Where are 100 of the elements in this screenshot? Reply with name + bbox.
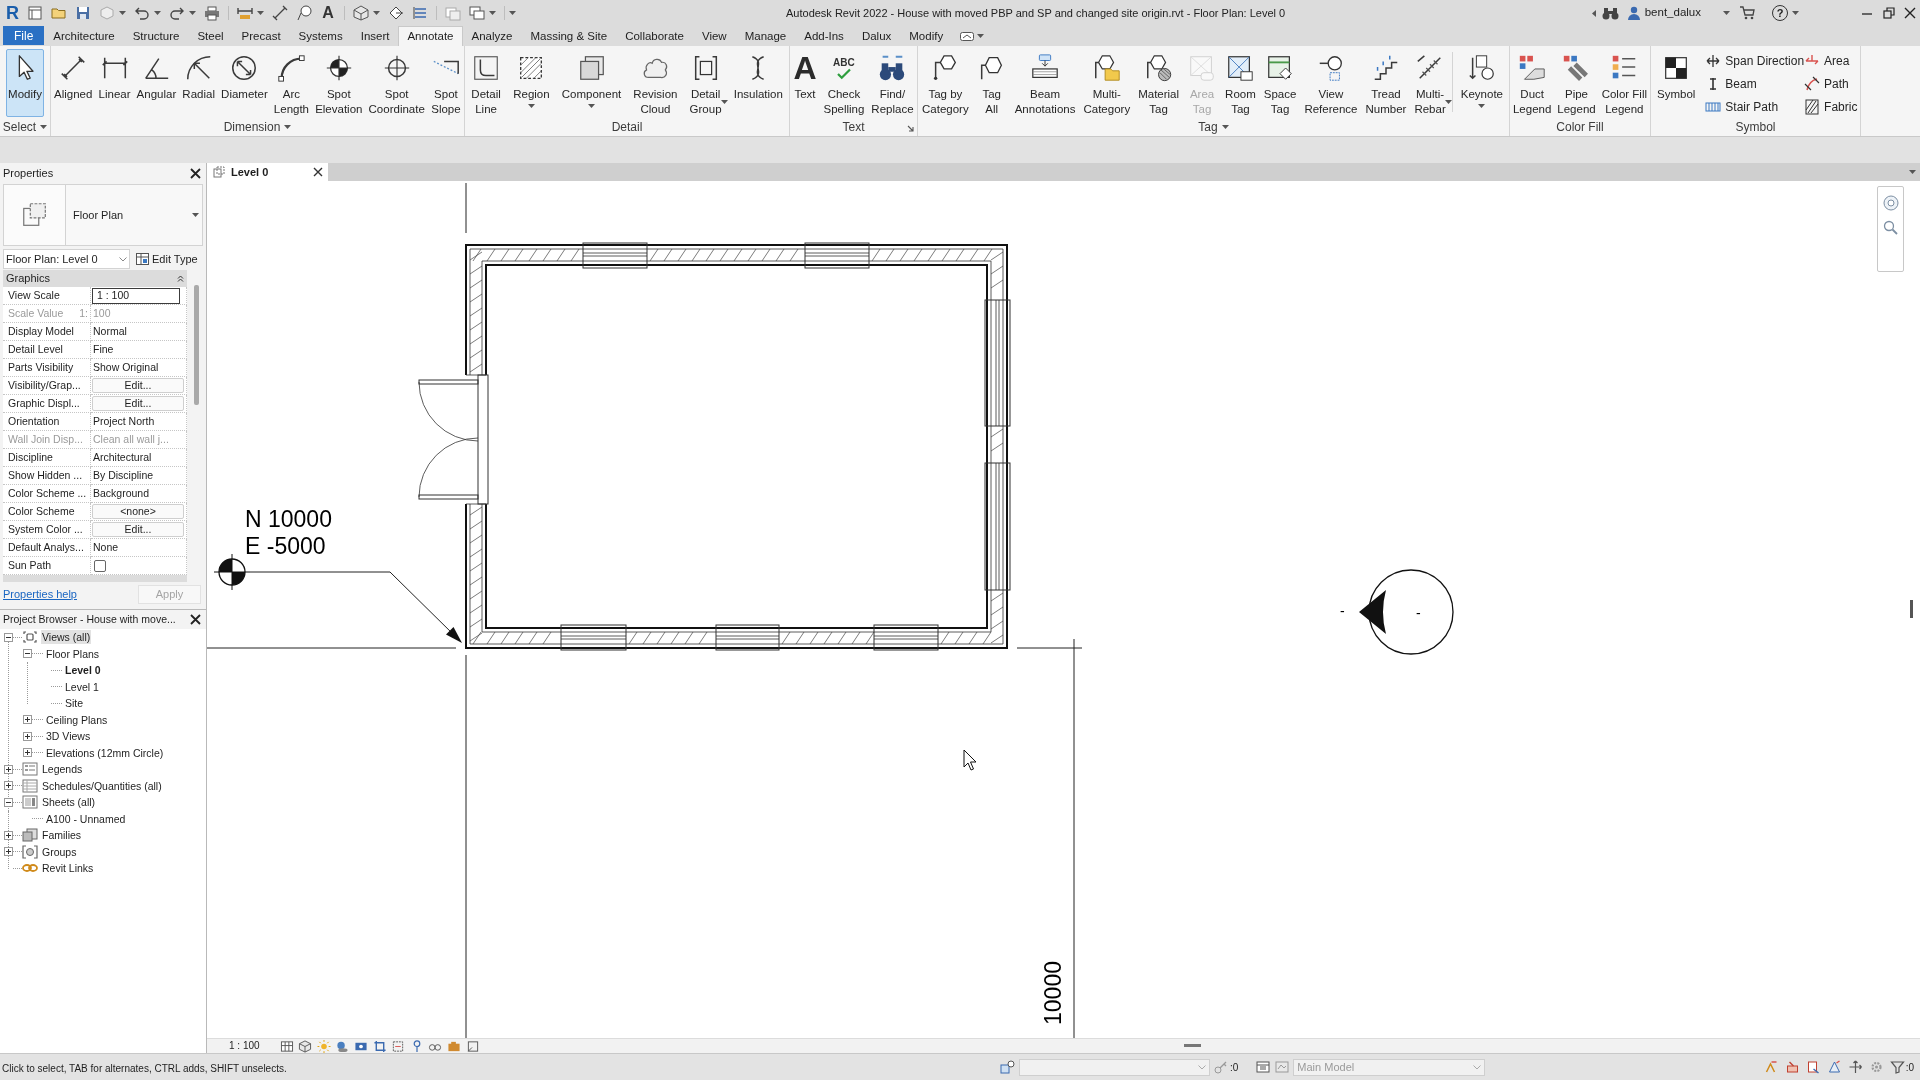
tool-button[interactable]: Color Fill Legend (1599, 49, 1649, 117)
tool-button[interactable]: Keynote (1458, 49, 1505, 117)
zoom-icon[interactable] (1882, 220, 1899, 236)
tool-button[interactable]: Duct Legend (1510, 49, 1554, 117)
survey-point-icon[interactable] (213, 553, 251, 591)
value-button[interactable]: Edit... (92, 396, 184, 411)
underlay-select-icon[interactable] (1784, 1060, 1800, 1074)
tool-button[interactable]: Stair Path (1705, 95, 1805, 118)
face-select-icon[interactable] (1826, 1060, 1842, 1074)
type-selector[interactable]: Floor Plan (3, 184, 203, 246)
tool-button[interactable]: Symbol (1655, 49, 1698, 117)
collapse-icon[interactable] (23, 649, 32, 659)
tool-button[interactable]: Tag All (974, 49, 1009, 117)
tool-button[interactable]: Path (1804, 72, 1860, 95)
caret-icon[interactable] (1221, 125, 1229, 129)
caret-icon[interactable] (720, 100, 728, 104)
caret-icon[interactable] (977, 34, 985, 38)
tree-item[interactable]: Site (64, 696, 85, 711)
tree-item[interactable]: A100 - Unnamed (45, 811, 127, 826)
document-tab[interactable]: Level 0 (207, 163, 328, 181)
property-value[interactable]: Fine (92, 344, 114, 355)
ribbon-tab[interactable]: Steel (188, 26, 233, 46)
ribbon-tab[interactable]: Massing & Site (521, 26, 617, 46)
scrollbar-thumb[interactable] (1910, 600, 1913, 618)
tool-button[interactable]: Spot Elevation (313, 49, 365, 117)
value-button[interactable]: Edit... (92, 522, 184, 537)
collapse-icon[interactable] (4, 797, 13, 807)
tool-button[interactable]: View Reference (1302, 49, 1360, 117)
caret-icon[interactable] (189, 11, 196, 15)
edit-type-button[interactable]: Edit Type (136, 250, 198, 268)
tool-button[interactable]: Tag by Category (920, 49, 971, 117)
tool-button[interactable]: Modify (6, 49, 44, 117)
tool-button[interactable]: ABC Check Spelling (821, 49, 867, 117)
ribbon-tab[interactable]: Precast (232, 26, 290, 46)
user-icon[interactable] (1626, 6, 1641, 20)
tree-item[interactable]: Families (41, 828, 83, 843)
shadow-icon[interactable] (335, 1039, 350, 1053)
expand-icon[interactable] (23, 731, 32, 741)
caret-icon[interactable] (257, 11, 264, 15)
caret-icon[interactable] (1792, 11, 1799, 15)
switch-windows-icon[interactable] (469, 5, 485, 21)
tool-button[interactable]: Material Tag (1136, 49, 1182, 117)
ribbon-tab[interactable]: Structure (123, 26, 189, 46)
app-logo[interactable]: R (6, 4, 19, 22)
ribbon-tab[interactable]: Modify (900, 26, 953, 46)
caret-icon[interactable] (1723, 11, 1730, 15)
tree-item[interactable]: Groups (41, 844, 78, 859)
tree-item[interactable]: Elevations (12mm Circle) (45, 745, 165, 760)
caret-icon[interactable] (192, 213, 199, 217)
tree-item[interactable]: Level 1 (64, 679, 100, 694)
printer-icon[interactable] (204, 5, 220, 21)
ribbon-tab[interactable]: Annotate (398, 26, 463, 46)
design-options-icon[interactable] (1256, 1060, 1271, 1074)
expand-icon[interactable] (4, 781, 13, 791)
ribbon-tab[interactable]: Manage (735, 26, 796, 46)
caret-icon[interactable] (1444, 100, 1452, 104)
tree-item[interactable]: Ceiling Plans (45, 712, 109, 727)
tool-button[interactable]: Fabric (1804, 95, 1860, 118)
tool-button[interactable]: Spot Slope (428, 49, 463, 117)
ribbon-tab[interactable]: Systems (289, 26, 352, 46)
tool-button[interactable]: Diameter (219, 49, 270, 117)
scale-label[interactable]: 1 : 100 (229, 1041, 260, 1051)
aligned-dimension-icon[interactable] (272, 5, 288, 21)
caret-icon[interactable] (119, 11, 126, 15)
tool-button[interactable]: Beam Annotations (1012, 49, 1078, 117)
tool-button[interactable]: Tread Number (1363, 49, 1409, 117)
cube-icon[interactable] (298, 1039, 313, 1053)
pinned-select-icon[interactable] (1805, 1060, 1821, 1074)
view-selector[interactable]: Floor Plan: Level 0 (3, 249, 130, 269)
tool-button[interactable]: Spot Coordinate (366, 49, 427, 117)
undo-icon[interactable] (134, 5, 150, 21)
caret-icon[interactable] (284, 125, 292, 129)
tree-item[interactable]: Legends (41, 762, 84, 777)
tool-button[interactable]: Span Direction (1705, 49, 1805, 72)
value-button[interactable]: Edit... (92, 378, 184, 393)
steering-wheel-icon[interactable] (1882, 195, 1899, 211)
file-button[interactable]: File (3, 26, 45, 45)
tool-button[interactable]: Pipe Legend (1555, 49, 1598, 117)
tree-item[interactable]: Level 0 (64, 663, 102, 678)
ribbon-tab[interactable]: Dalux (852, 26, 901, 46)
caret-icon[interactable] (509, 11, 516, 15)
expand-icon[interactable] (23, 748, 32, 758)
tool-button[interactable]: Find/ Replace (869, 49, 916, 117)
ribbon-tab[interactable]: Analyze (462, 26, 522, 46)
property-value[interactable]: Normal (92, 326, 127, 337)
close-icon[interactable] (190, 614, 201, 625)
tool-button[interactable]: Multi- Rebar (1412, 49, 1448, 117)
scrollbar-thumb[interactable] (1184, 1044, 1201, 1047)
tool-button[interactable]: Detail Line (469, 49, 504, 117)
redo-icon[interactable] (169, 5, 185, 21)
caret-left-icon[interactable] (1591, 9, 1596, 17)
tool-button[interactable]: Angular (134, 49, 179, 117)
caret-icon[interactable] (1909, 170, 1916, 174)
close-icon[interactable] (190, 167, 201, 179)
ribbon-tab[interactable]: Insert (351, 26, 399, 46)
tool-button[interactable]: Arc Length (271, 49, 312, 117)
value-button[interactable]: <none> (92, 504, 184, 519)
tool-button[interactable]: Component (559, 49, 624, 117)
section-icon[interactable] (388, 5, 404, 21)
property-value[interactable]: Architectural (92, 452, 152, 463)
